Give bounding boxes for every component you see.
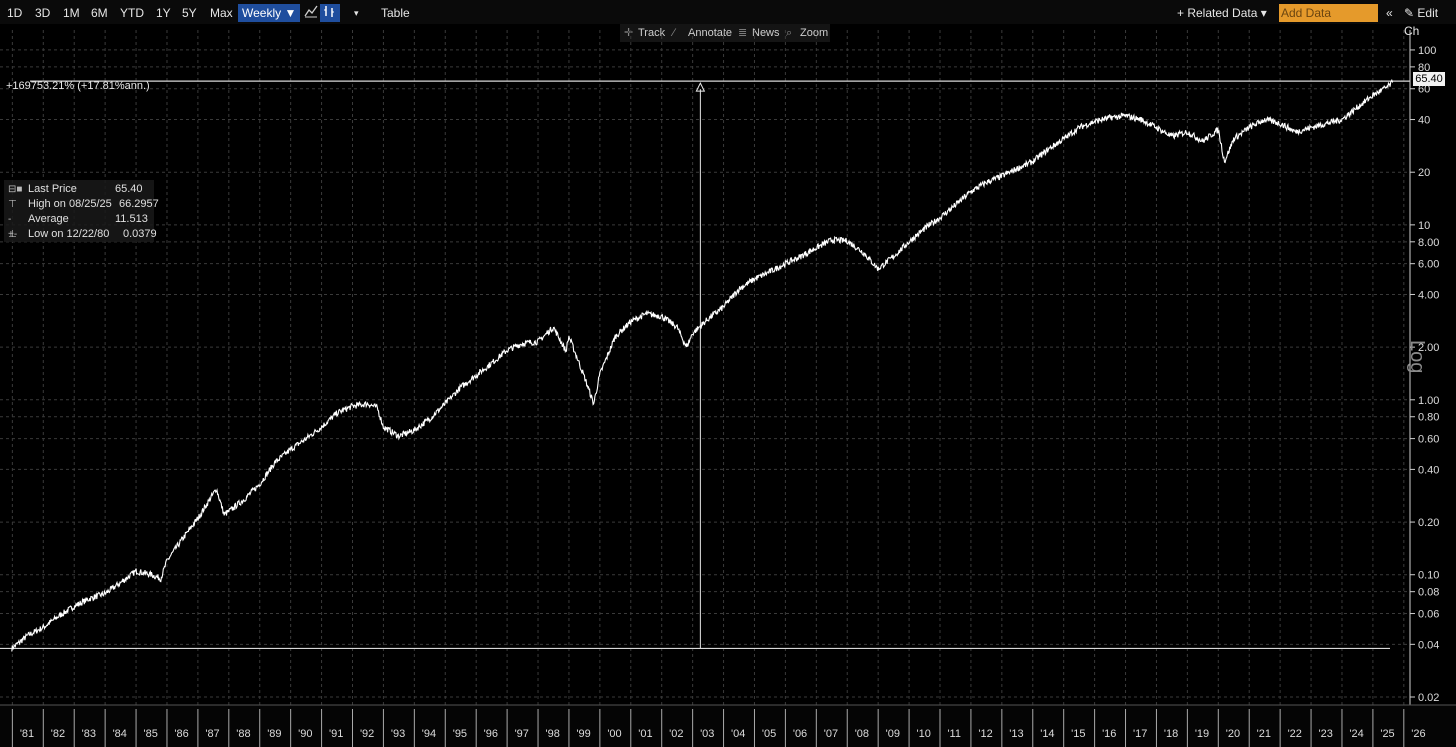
legend-square-icon: ⊟■	[8, 184, 23, 195]
x-tick-label: '97	[515, 728, 529, 740]
x-tick-label: '81	[20, 728, 34, 740]
x-tick-label: '07	[824, 728, 838, 740]
y-tick-label: 0.08	[1418, 587, 1439, 599]
legend-low[interactable]: ⊥ Low on 12/22/80 0.0379	[4, 227, 157, 242]
y-tick-label: 0.04	[1418, 639, 1439, 651]
y-tick-label: 0.80	[1418, 412, 1439, 424]
x-tick-label: '96	[484, 728, 498, 740]
y-tick-label: 0.60	[1418, 434, 1439, 446]
legend-low-label: Low on 12/22/80	[28, 228, 110, 240]
y-tick-label: 6.00	[1418, 259, 1439, 271]
y-tick-label: 0.10	[1418, 570, 1439, 582]
y-tick-label: 40	[1418, 115, 1430, 127]
x-tick-label: '18	[1164, 728, 1178, 740]
high-marker-icon: ⊤	[8, 199, 17, 210]
x-tick-label: '26	[1411, 728, 1425, 740]
x-tick-label: '84	[113, 728, 127, 740]
x-tick-label: '98	[545, 728, 559, 740]
x-tick-label: '13	[1009, 728, 1023, 740]
y-tick-label: 8.00	[1418, 237, 1439, 249]
y-tick-label: 0.40	[1418, 464, 1439, 476]
x-tick-label: '82	[51, 728, 65, 740]
x-tick-label: '95	[453, 728, 467, 740]
x-tick-label: '09	[886, 728, 900, 740]
x-tick-label: '23	[1319, 728, 1333, 740]
x-tick-label: '99	[576, 728, 590, 740]
x-tick-label: '05	[762, 728, 776, 740]
x-tick-label: '85	[144, 728, 158, 740]
x-tick-label: '22	[1288, 728, 1302, 740]
x-tick-label: '91	[329, 728, 343, 740]
x-tick-label: '93	[391, 728, 405, 740]
x-tick-label: '87	[205, 728, 219, 740]
x-tick-label: '11	[947, 728, 961, 740]
x-tick-label: '21	[1257, 728, 1271, 740]
legend-average-label: Average	[28, 213, 69, 225]
performance-annotation: +169753.21% (+17.81%ann.)	[6, 80, 150, 92]
series-line-price	[11, 78, 1394, 652]
reference-lines	[0, 80, 1410, 650]
x-tick-label: '88	[236, 728, 250, 740]
low-marker-icon: ⊥	[8, 229, 17, 240]
last-price-tag: 65.40	[1413, 72, 1445, 86]
legend-low-value: 0.0379	[123, 228, 157, 240]
legend-high-value: 66.2957	[119, 198, 159, 210]
x-tick-label: '14	[1040, 728, 1054, 740]
x-tick-label: '00	[607, 728, 621, 740]
x-tick-label: '02	[669, 728, 683, 740]
x-tick-label: '94	[422, 728, 436, 740]
price-legend: ⊟■ Last Price 65.40 ⊤ High on 08/25/25 6…	[4, 180, 159, 242]
y-tick-label: 0.02	[1418, 692, 1439, 704]
y-tick-label: 4.00	[1418, 289, 1439, 301]
legend-last-price-label: Last Price	[28, 183, 77, 195]
x-tick-label: '25	[1380, 728, 1394, 740]
y-tick-label: 1.00	[1418, 395, 1439, 407]
log-scale-label[interactable]: Log	[1405, 340, 1428, 373]
x-tick-label: '06	[793, 728, 807, 740]
legend-high-label: High on 08/25/25	[28, 198, 112, 210]
legend-average-value: 11.513	[115, 213, 148, 225]
x-tick-label: '01	[638, 728, 652, 740]
x-tick-label: '15	[1071, 728, 1085, 740]
y-tick-label: 10	[1418, 220, 1430, 232]
legend-last-price[interactable]: ⊟■ Last Price 65.40	[4, 182, 154, 197]
x-axis-band	[0, 705, 1456, 747]
x-tick-label: '90	[298, 728, 312, 740]
x-tick-label: '89	[267, 728, 281, 740]
x-tick-label: '83	[82, 728, 96, 740]
y-tick-label: 0.20	[1418, 517, 1439, 529]
legend-average[interactable]: -+- Average 11.513	[4, 212, 154, 240]
x-tick-label: '19	[1195, 728, 1209, 740]
legend-last-price-value: 65.40	[115, 183, 143, 195]
x-tick-label: '08	[855, 728, 869, 740]
price-series	[11, 78, 1394, 652]
y-tick-label: 20	[1418, 167, 1430, 179]
x-tick-label: '92	[360, 728, 374, 740]
x-tick-label: '03	[700, 728, 714, 740]
x-tick-label: '04	[731, 728, 745, 740]
x-tick-label: '10	[917, 728, 931, 740]
x-tick-label: '17	[1133, 728, 1147, 740]
x-axis: '81 '82 '83 '84 '85 '86 '87 '88 '89 '90 '91 '92 '93 '…	[0, 704, 1456, 747]
x-tick-label: '24	[1349, 728, 1363, 740]
y-tick-label: 0.06	[1418, 609, 1439, 621]
x-tick-label: '20	[1226, 728, 1240, 740]
x-tick-label: '86	[174, 728, 188, 740]
x-tick-label: '12	[978, 728, 992, 740]
price-chart[interactable]: 0.02 0.04 0.06 0.08 0.10 0.20 0.40 0.60 0.80 1.00…	[0, 0, 1456, 747]
x-tick-label: '16	[1102, 728, 1116, 740]
chart-grid	[0, 30, 1410, 705]
y-tick-label: 100	[1418, 45, 1436, 57]
legend-high[interactable]: ⊤ High on 08/25/25 66.2957	[4, 197, 159, 212]
